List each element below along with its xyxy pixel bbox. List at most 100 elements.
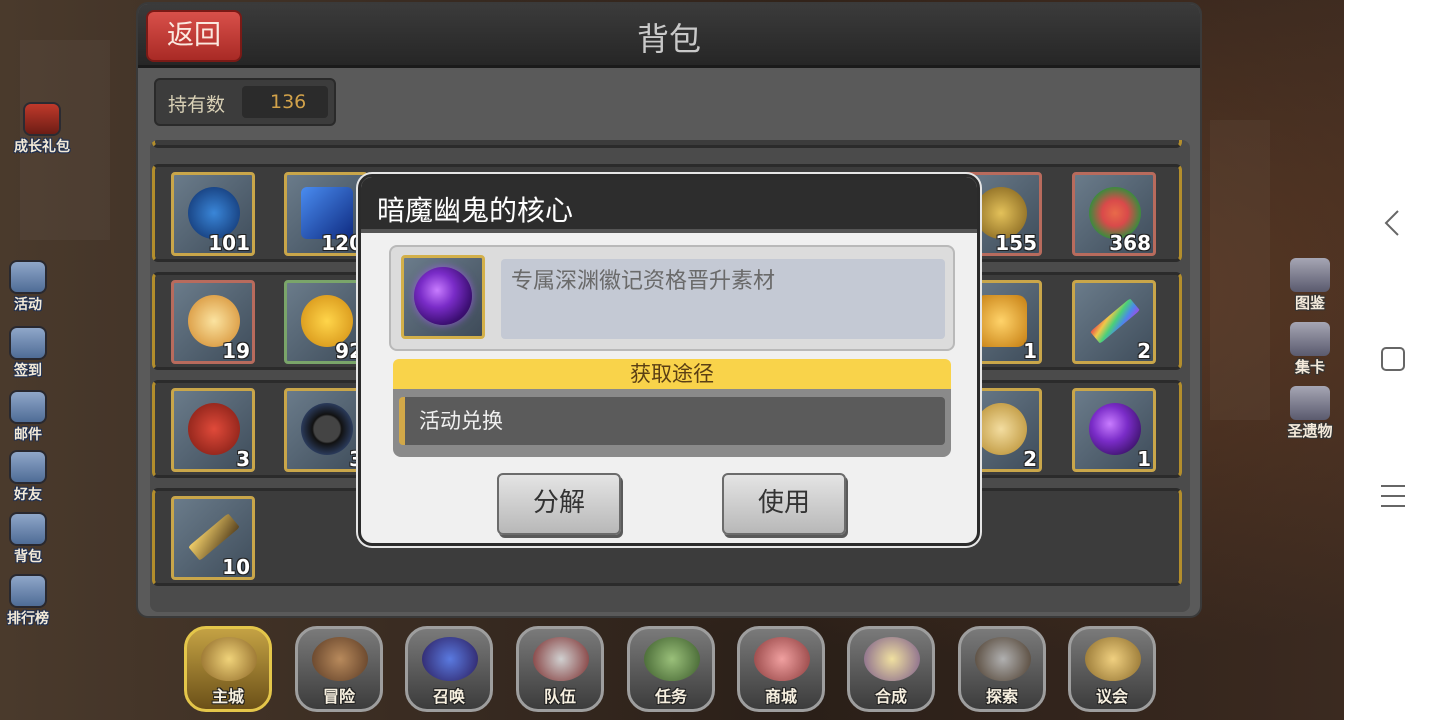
source-header: 获取途径 [393, 359, 951, 389]
game-screen: 成长礼包 活动 签到 邮件 好友 背包 排行榜 图鉴 集卡 圣遗物 返回 背包 … [0, 0, 1344, 720]
dock-craft[interactable]: 合成 [847, 626, 935, 712]
side-item-mail[interactable]: 邮件 [0, 392, 56, 444]
side-item-checkin[interactable]: 签到 [0, 328, 56, 380]
golden-spear-icon [188, 513, 240, 561]
card-icon [1290, 322, 1330, 356]
gold-coin-icon [975, 403, 1027, 455]
gift-icon [25, 104, 59, 134]
dock-label: 召唤 [432, 687, 465, 706]
dock-main-city[interactable]: 主城 [184, 626, 272, 712]
purple-orb-icon [414, 267, 472, 325]
dock-label: 合成 [874, 687, 907, 706]
side-item-bag[interactable]: 背包 [0, 514, 56, 566]
council-emblem-icon [1085, 637, 1141, 681]
dialog-header: 暗魔幽鬼的核心 [361, 177, 977, 233]
winged-shield-icon [533, 637, 589, 681]
dock-summon[interactable]: 召唤 [405, 626, 493, 712]
quest-book-icon [644, 637, 700, 681]
decompose-button[interactable]: 分解 [497, 473, 621, 535]
item-slot[interactable]: 10 [171, 496, 255, 580]
side-item-label: 圣遗物 [1287, 422, 1333, 440]
item-row-partial [152, 140, 1182, 148]
hold-count-box: 持有数 136 [154, 78, 336, 126]
item-thumbnail [401, 255, 485, 339]
bag-icon [11, 514, 45, 544]
item-slot[interactable]: 120 [284, 172, 368, 256]
item-slot[interactable]: 92 [284, 280, 368, 364]
system-nav-bar [1344, 0, 1440, 720]
checkin-icon [11, 328, 45, 358]
item-slot[interactable]: 1 [1072, 388, 1156, 472]
side-item-card-collection[interactable]: 集卡 [1278, 322, 1342, 377]
item-slot[interactable]: 2 [1072, 280, 1156, 364]
dock-label: 任务 [654, 687, 687, 706]
shop-tree-icon [754, 637, 810, 681]
ranking-icon [11, 576, 45, 606]
side-item-growth-pack[interactable]: 成长礼包 [14, 104, 70, 156]
hold-count-label: 持有数 [168, 94, 226, 116]
item-count: 2 [1137, 339, 1151, 363]
dock-quest[interactable]: 任务 [627, 626, 715, 712]
side-item-label: 背包 [14, 549, 42, 565]
potion-icon [864, 637, 920, 681]
side-item-label: 集卡 [1294, 358, 1325, 376]
source-list: 活动兑换 [393, 389, 951, 457]
friends-icon [11, 452, 45, 482]
shovel-icon [975, 637, 1031, 681]
dock-explore[interactable]: 探索 [958, 626, 1046, 712]
item-slot[interactable]: 19 [171, 280, 255, 364]
side-item-label: 活动 [14, 297, 42, 313]
item-count: 19 [222, 339, 250, 363]
item-description: 专属深渊徽记资格晋升素材 [501, 259, 945, 339]
side-item-label: 图鉴 [1294, 294, 1325, 312]
activity-icon [11, 262, 45, 292]
side-item-friends[interactable]: 好友 [0, 452, 56, 504]
side-item-activity[interactable]: 活动 [0, 262, 56, 314]
item-count: 120 [321, 231, 363, 255]
page-title: 背包 [636, 20, 701, 58]
dock-label: 冒险 [322, 687, 355, 706]
bag-header: 返回 背包 [138, 4, 1200, 68]
dock-adventure[interactable]: 冒险 [295, 626, 383, 712]
honey-jar-icon [975, 295, 1027, 347]
dock-council[interactable]: 议会 [1068, 626, 1156, 712]
castle-icon [201, 637, 257, 681]
hold-count-value: 136 [242, 86, 328, 118]
background-decoration [1210, 120, 1270, 420]
item-slot[interactable]: 3 [171, 388, 255, 472]
summon-card-icon [422, 637, 478, 681]
item-count: 1 [1137, 447, 1151, 471]
home-square-icon[interactable] [1378, 344, 1408, 374]
item-count: 10 [222, 555, 250, 579]
side-item-ranking[interactable]: 排行榜 [0, 576, 56, 628]
side-item-codex[interactable]: 图鉴 [1278, 258, 1342, 313]
side-item-label: 好友 [14, 487, 42, 503]
source-item-event-exchange[interactable]: 活动兑换 [399, 397, 945, 445]
side-item-label: 成长礼包 [14, 139, 70, 155]
dock-label: 探索 [985, 687, 1018, 706]
back-chevron-icon[interactable] [1378, 208, 1408, 238]
item-count: 2 [1023, 447, 1037, 471]
item-slot[interactable]: 368 [1072, 172, 1156, 256]
side-item-label: 排行榜 [7, 611, 49, 627]
dock-label: 商城 [764, 687, 797, 706]
item-count: 155 [995, 231, 1037, 255]
menu-lines-icon[interactable] [1378, 481, 1408, 511]
purple-orb-icon [1089, 403, 1141, 455]
item-slot[interactable]: 101 [171, 172, 255, 256]
book-icon [1290, 258, 1330, 292]
crossed-swords-icon [312, 637, 368, 681]
item-count: 1 [1023, 339, 1037, 363]
item-info-box: 专属深渊徽记资格晋升素材 [389, 245, 955, 351]
item-slot[interactable]: 3 [284, 388, 368, 472]
dock-team[interactable]: 队伍 [516, 626, 604, 712]
dock-label: 主城 [211, 687, 244, 706]
use-button[interactable]: 使用 [722, 473, 846, 535]
item-detail-dialog: 暗魔幽鬼的核心 专属深渊徽记资格晋升素材 获取途径 活动兑换 分解 使用 [358, 174, 980, 546]
item-count: 368 [1109, 231, 1151, 255]
side-item-relic[interactable]: 圣遗物 [1278, 386, 1342, 441]
dark-ring-icon [301, 403, 353, 455]
dialog-title: 暗魔幽鬼的核心 [377, 194, 574, 227]
dock-shop[interactable]: 商城 [737, 626, 825, 712]
side-item-label: 签到 [14, 363, 42, 379]
